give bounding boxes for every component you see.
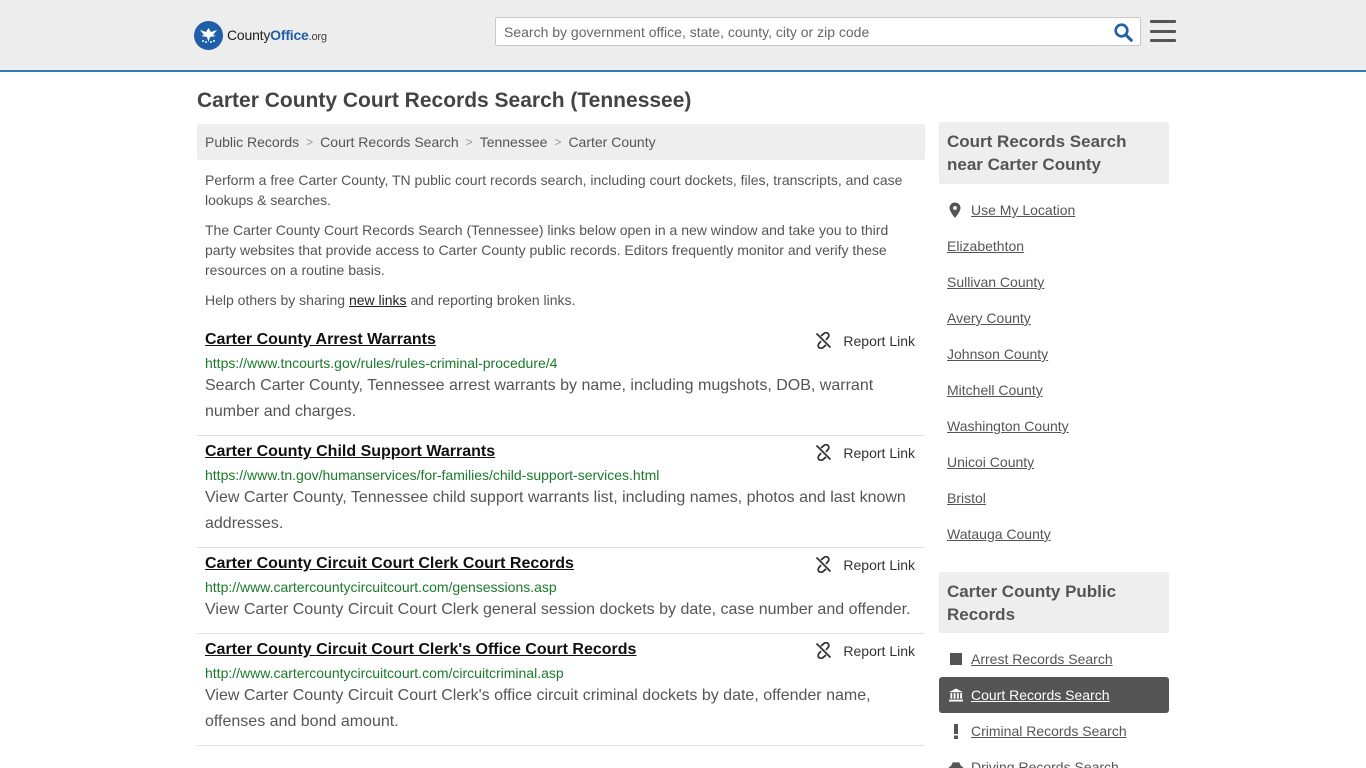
eagle-logo-icon — [194, 20, 223, 50]
nearby-link[interactable]: Washington County — [947, 418, 1069, 434]
report-link-label: Report Link — [843, 642, 915, 659]
nearby-item: Avery County — [947, 300, 1169, 336]
nearby-link[interactable]: Mitchell County — [947, 382, 1043, 398]
nearby-item: Washington County — [947, 408, 1169, 444]
listing-title-link[interactable]: Carter County Circuit Court Clerk Court … — [205, 554, 917, 574]
listing-description: View Carter County Circuit Court Clerk's… — [205, 687, 871, 730]
public-records-list: Arrest Records Search Court Records Sear… — [939, 641, 1169, 768]
square-icon — [949, 653, 963, 665]
listing-item: Carter County Arrest Warrants https://ww… — [197, 324, 925, 436]
report-link-button[interactable]: Report Link — [815, 642, 915, 659]
breadcrumb-court-records-search[interactable]: Court Records Search — [320, 134, 459, 150]
chevron-right-icon: > — [465, 135, 473, 149]
use-location-item: Use My Location — [947, 192, 1169, 228]
logo-wordmark: CountyOffice.org — [227, 27, 327, 43]
nearby-item: Watauga County — [947, 516, 1169, 552]
page-title: Carter County Court Records Search (Tenn… — [197, 89, 692, 112]
search-icon[interactable] — [1112, 21, 1134, 43]
broken-link-icon — [815, 556, 832, 573]
nearby-item: Johnson County — [947, 336, 1169, 372]
report-link-button[interactable]: Report Link — [815, 332, 915, 349]
courthouse-icon — [949, 688, 963, 702]
site-logo[interactable]: CountyOffice.org — [194, 20, 327, 50]
nearby-item: Sullivan County — [947, 264, 1169, 300]
nearby-heading: Court Records Search near Carter County — [939, 122, 1169, 184]
listing-url: http://www.cartercountycircuitcourt.com/… — [205, 579, 557, 595]
nearby-item: Elizabethton — [947, 228, 1169, 264]
report-link-label: Report Link — [843, 556, 915, 573]
car-icon — [949, 761, 963, 768]
chevron-right-icon: > — [554, 135, 562, 149]
report-link-label: Report Link — [843, 444, 915, 461]
public-record-item-active: Court Records Search — [939, 677, 1169, 713]
public-record-item: Arrest Records Search — [939, 641, 1169, 677]
intro-text: Perform a free Carter County, TN public … — [205, 170, 917, 320]
intro-paragraph: Perform a free Carter County, TN public … — [205, 172, 903, 208]
exclamation-icon — [949, 723, 963, 739]
chevron-right-icon: > — [306, 135, 314, 149]
nearby-list: Use My Location Elizabethton Sullivan Co… — [947, 192, 1169, 552]
nearby-link[interactable]: Avery County — [947, 310, 1031, 326]
breadcrumb-public-records[interactable]: Public Records — [205, 134, 299, 150]
nearby-item: Mitchell County — [947, 372, 1169, 408]
search-input[interactable] — [496, 18, 1106, 45]
listing-description: View Carter County, Tennessee child supp… — [205, 489, 906, 532]
criminal-records-search-link[interactable]: Criminal Records Search — [971, 723, 1127, 739]
listing-url: http://www.cartercountycircuitcourt.com/… — [205, 665, 564, 681]
report-link-button[interactable]: Report Link — [815, 444, 915, 461]
report-link-button[interactable]: Report Link — [815, 556, 915, 573]
nearby-item: Bristol — [947, 480, 1169, 516]
share-paragraph: Help others by sharing new links and rep… — [205, 292, 576, 308]
records-listing: Carter County Arrest Warrants https://ww… — [197, 324, 925, 746]
breadcrumb-carter-county: Carter County — [568, 134, 656, 150]
use-my-location-link[interactable]: Use My Location — [971, 202, 1075, 218]
intro-paragraph: The Carter County Court Records Search (… — [205, 222, 889, 278]
broken-link-icon — [815, 444, 832, 461]
listing-description: Search Carter County, Tennessee arrest w… — [205, 377, 874, 420]
nearby-link[interactable]: Sullivan County — [947, 274, 1044, 290]
listing-title-link[interactable]: Carter County Arrest Warrants — [205, 330, 917, 350]
map-pin-icon — [947, 202, 963, 219]
site-header: CountyOffice.org — [0, 0, 1366, 72]
report-link-label: Report Link — [843, 332, 915, 349]
broken-link-icon — [815, 642, 832, 659]
listing-item: Carter County Circuit Court Clerk Court … — [197, 548, 925, 634]
listing-title-link[interactable]: Carter County Child Support Warrants — [205, 442, 917, 462]
new-links-link[interactable]: new links — [349, 292, 407, 308]
listing-url: https://www.tn.gov/humanservices/for-fam… — [205, 467, 660, 483]
court-records-search-link[interactable]: Court Records Search — [971, 687, 1110, 703]
listing-title-link[interactable]: Carter County Circuit Court Clerk's Offi… — [205, 640, 917, 660]
nearby-link[interactable]: Watauga County — [947, 526, 1051, 542]
arrest-records-search-link[interactable]: Arrest Records Search — [971, 651, 1113, 667]
nearby-link[interactable]: Unicoi County — [947, 454, 1034, 470]
broken-link-icon — [815, 332, 832, 349]
nearby-link[interactable]: Johnson County — [947, 346, 1048, 362]
nearby-link[interactable]: Bristol — [947, 490, 986, 506]
public-record-item: Criminal Records Search — [939, 713, 1169, 749]
breadcrumb-tennessee[interactable]: Tennessee — [480, 134, 548, 150]
breadcrumb: Public Records > Court Records Search > … — [197, 124, 925, 160]
driving-records-search-link[interactable]: Driving Records Search — [971, 759, 1119, 768]
listing-item: Carter County Child Support Warrants htt… — [197, 436, 925, 548]
listing-item: Carter County Circuit Court Clerk's Offi… — [197, 634, 925, 746]
hamburger-menu-icon[interactable] — [1150, 20, 1176, 42]
public-record-item: Driving Records Search — [939, 749, 1169, 768]
listing-url: https://www.tncourts.gov/rules/rules-cri… — [205, 355, 558, 371]
public-records-heading: Carter County Public Records — [939, 572, 1169, 633]
nearby-link[interactable]: Elizabethton — [947, 238, 1024, 254]
nearby-item: Unicoi County — [947, 444, 1169, 480]
listing-description: View Carter County Circuit Court Clerk g… — [205, 601, 911, 618]
search-box — [495, 17, 1141, 46]
